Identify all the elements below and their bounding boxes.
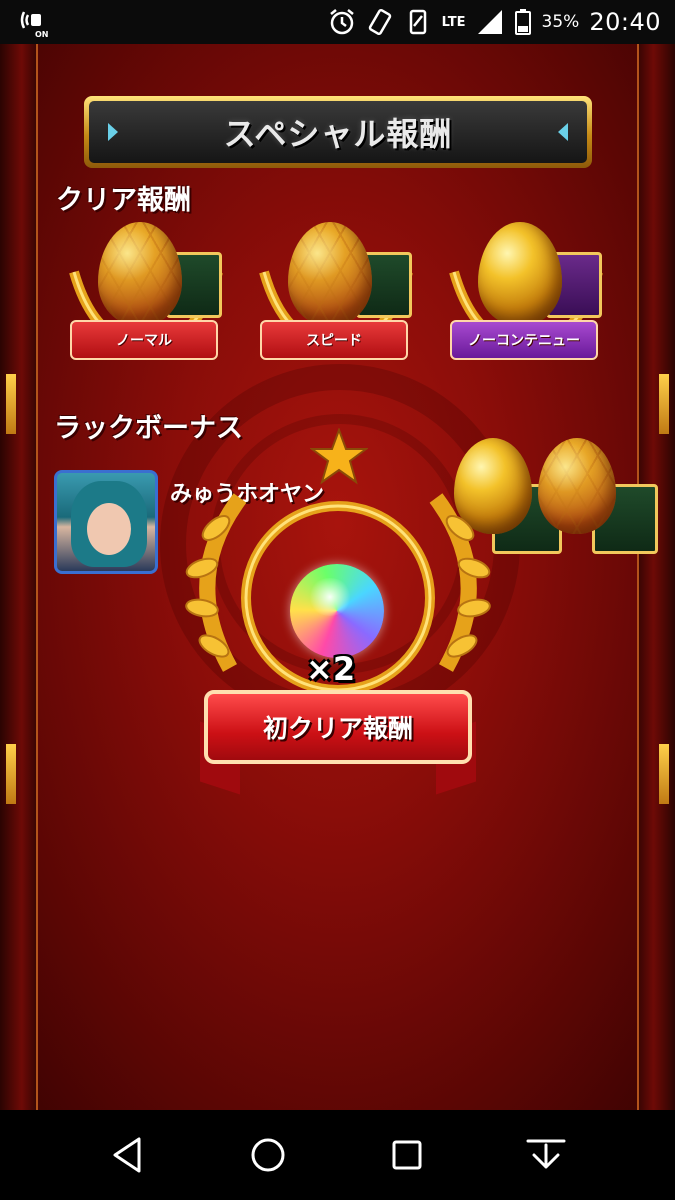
rainbow-orb-icon — [290, 564, 384, 658]
nfc-on-icon: ON — [18, 8, 52, 39]
right-frame — [637, 44, 675, 1110]
clock-time: 20:40 — [589, 8, 661, 36]
hide-nav-arrow-icon[interactable] — [521, 1130, 571, 1180]
first-clear-ribbon: 初クリア報酬 — [204, 690, 472, 764]
page-title: スペシャル報酬 — [223, 115, 453, 153]
signal-bars-icon — [477, 10, 502, 34]
reward-multiplier: ×2 — [306, 650, 356, 688]
left-frame — [0, 44, 38, 1110]
game-screen: スペシャル報酬 クリア報酬 ノーマル スピード ノーコンテニュー ラックボーナス… — [0, 44, 675, 1110]
status-icons: LTE 35% 20:40 — [328, 4, 661, 40]
title-right-arrow-icon — [558, 123, 568, 141]
reward-ribbon: ノーコンテニュー — [450, 320, 598, 360]
recents-square-icon[interactable] — [382, 1130, 432, 1180]
avatar[interactable] — [54, 470, 158, 574]
frame-ornament — [659, 374, 669, 434]
network-type: LTE — [441, 14, 466, 30]
navigation-bar — [0, 1110, 675, 1200]
reward-ribbon: ノーマル — [70, 320, 218, 360]
battery-percent: 35% — [541, 12, 580, 32]
vibrate-icon — [409, 9, 426, 35]
back-triangle-icon[interactable] — [104, 1130, 154, 1180]
frame-ornament — [659, 744, 669, 804]
hex-gold-egg — [98, 222, 182, 326]
battery-icon — [514, 9, 531, 35]
reward-no-continue[interactable]: ノーコンテニュー — [436, 222, 616, 392]
first-clear-reward-popup[interactable]: ×2 初クリア報酬 — [170, 428, 506, 802]
nfc-label: ON — [35, 30, 49, 38]
alarm-icon — [329, 9, 354, 35]
screen-rotate-icon — [368, 8, 391, 36]
clear-rewards-heading: クリア報酬 — [56, 185, 191, 216]
title-banner: スペシャル報酬 — [84, 96, 592, 168]
hex-gold-egg — [288, 222, 372, 326]
reward-speed[interactable]: スピード — [246, 222, 426, 392]
reward-label: ノーマル — [116, 333, 172, 349]
frame-ornament — [6, 744, 16, 804]
first-clear-label: 初クリア報酬 — [262, 714, 413, 743]
reward-normal[interactable]: ノーマル — [56, 222, 236, 392]
hex-gold-egg — [538, 438, 616, 534]
reward-ribbon: スピード — [260, 320, 408, 360]
gold-egg — [478, 222, 562, 326]
reward-label: スピード — [306, 333, 362, 349]
reward-label: ノーコンテニュー — [468, 333, 580, 349]
title-left-arrow-icon — [108, 123, 118, 141]
frame-ornament — [6, 374, 16, 434]
star-icon — [310, 428, 368, 485]
home-circle-icon[interactable] — [243, 1130, 293, 1180]
status-bar: ON LTE 35% 20:40 — [0, 0, 675, 44]
